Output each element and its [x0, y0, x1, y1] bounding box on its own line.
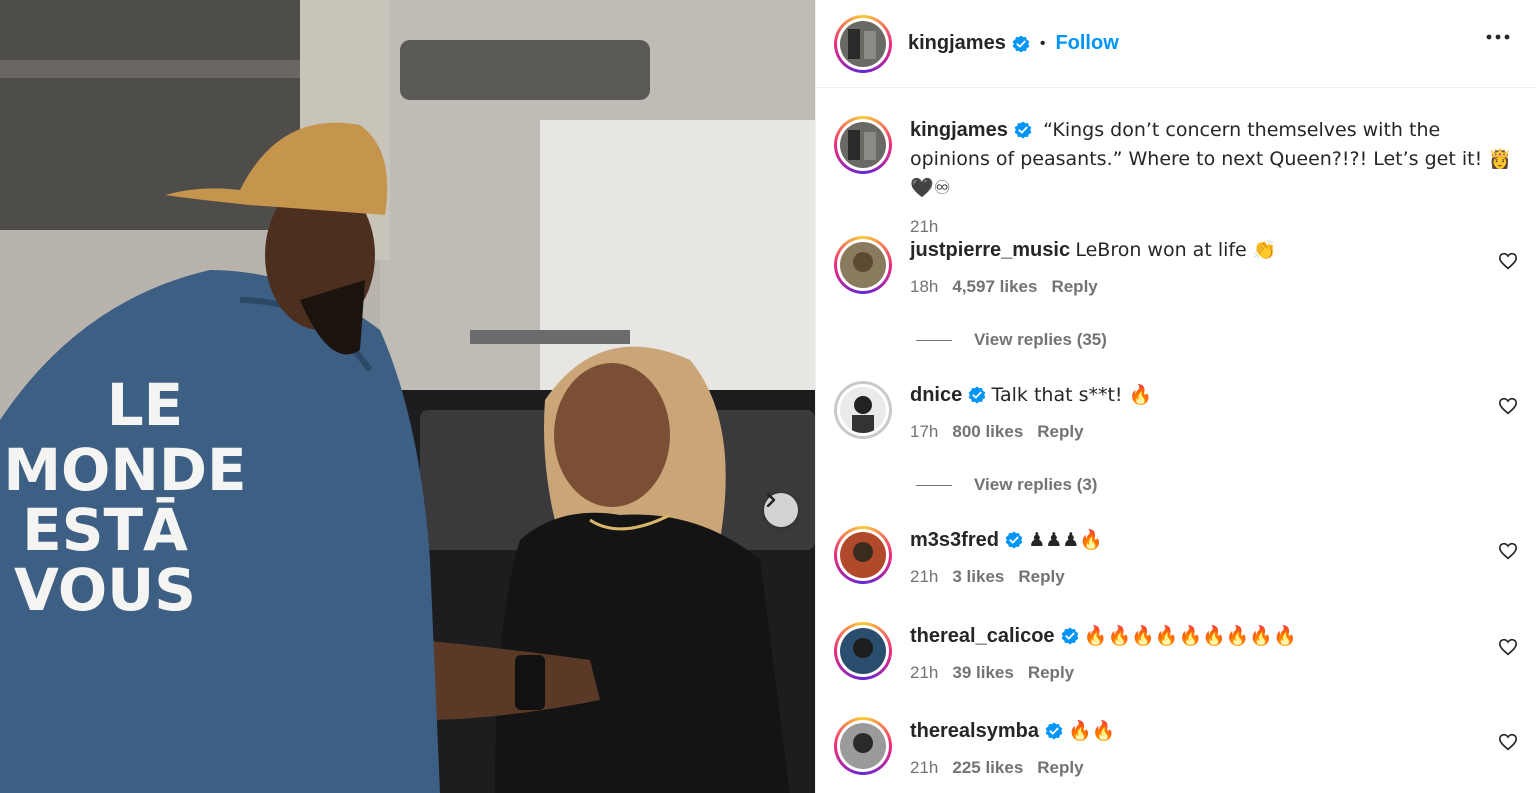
- author-avatar[interactable]: [834, 14, 892, 73]
- verified-badge-icon: [1045, 722, 1063, 740]
- verified-badge-icon: [1014, 121, 1032, 139]
- reply-button[interactable]: Reply: [1051, 277, 1097, 296]
- next-photo-button[interactable]: [764, 493, 798, 527]
- view-replies-button[interactable]: View replies (35): [916, 330, 1107, 350]
- heart-outline-icon[interactable]: [1498, 252, 1518, 270]
- divider: [916, 484, 952, 486]
- comment-timestamp: 17h: [910, 422, 939, 441]
- more-options-icon[interactable]: [1486, 34, 1510, 40]
- comment-timestamp: 21h: [910, 663, 939, 682]
- shirt-text-line: ESTĀ: [22, 496, 188, 564]
- commenter-username[interactable]: justpierre_music: [910, 239, 1070, 261]
- comment-item: justpierre_music LeBron won at life 👏 18…: [834, 236, 1534, 297]
- commenter-username[interactable]: dnice: [910, 384, 962, 406]
- reply-button[interactable]: Reply: [1037, 758, 1083, 777]
- commenter-avatar[interactable]: [834, 717, 892, 775]
- shirt-text-line: VOUS: [14, 556, 196, 624]
- divider: [916, 339, 952, 341]
- photo-illustration: LE MONDE ESTĀ VOUS: [0, 0, 815, 793]
- comment-likes[interactable]: 800 likes: [952, 422, 1023, 441]
- comment-item: dnice Talk that s**t! 🔥 17h 800 likes Repl…: [834, 381, 1534, 442]
- caption-username[interactable]: kingjames: [910, 119, 1008, 141]
- verified-badge-icon: [1005, 531, 1023, 549]
- comment-text: ♟♟♟🔥: [1028, 529, 1103, 551]
- comment-item: therealsymba 🔥🔥 21h 225 likes Reply: [834, 717, 1534, 778]
- reply-button[interactable]: Reply: [1037, 422, 1083, 441]
- commenter-avatar[interactable]: [834, 381, 892, 439]
- view-replies-button[interactable]: View replies (3): [916, 475, 1097, 495]
- caption-avatar[interactable]: [834, 116, 892, 174]
- comment-item: m3s3fred ♟♟♟🔥 21h 3 likes Reply: [834, 526, 1534, 587]
- post-view: LE MONDE ESTĀ VOUS kingjames • Follow ki…: [0, 0, 1536, 793]
- shirt-text-line: LE: [107, 371, 184, 439]
- view-replies-label: View replies (35): [974, 330, 1107, 349]
- commenter-avatar[interactable]: [834, 526, 892, 584]
- post-caption: kingjames “Kings don’t concern themselve…: [834, 116, 1524, 241]
- post-side-panel: kingjames • Follow kingjames “Kings don’…: [815, 0, 1536, 793]
- shirt-text-line: MONDE: [3, 436, 246, 504]
- verified-badge-icon: [968, 386, 986, 404]
- comment-text: 🔥🔥: [1068, 720, 1116, 742]
- comment-timestamp: 18h: [910, 277, 939, 296]
- comment-timestamp: 21h: [910, 758, 939, 777]
- verified-badge-icon: [1061, 627, 1078, 645]
- reply-button[interactable]: Reply: [1028, 663, 1074, 682]
- commenter-username[interactable]: thereal_calicoe: [910, 625, 1055, 647]
- comment-timestamp: 21h: [910, 567, 939, 586]
- heart-outline-icon[interactable]: [1498, 542, 1518, 560]
- comment-likes[interactable]: 4,597 likes: [952, 277, 1037, 296]
- comment-item: thereal_calicoe 🔥🔥🔥🔥🔥🔥🔥🔥🔥 21h 39 likes Rep…: [834, 622, 1534, 683]
- heart-outline-icon[interactable]: [1498, 638, 1518, 656]
- heart-outline-icon[interactable]: [1498, 733, 1518, 751]
- comment-text: 🔥🔥🔥🔥🔥🔥🔥🔥🔥: [1083, 625, 1297, 647]
- commenter-username[interactable]: m3s3fred: [910, 529, 999, 551]
- follow-button[interactable]: Follow: [1055, 32, 1118, 55]
- comment-text: LeBron won at life 👏: [1075, 239, 1277, 261]
- author-username[interactable]: kingjames: [908, 32, 1006, 55]
- chevron-right-icon: [766, 493, 776, 507]
- view-replies-label: View replies (3): [974, 475, 1098, 494]
- heart-outline-icon[interactable]: [1498, 397, 1518, 415]
- comment-likes[interactable]: 39 likes: [952, 663, 1013, 682]
- commenter-username[interactable]: therealsymba: [910, 720, 1039, 742]
- separator-dot: •: [1039, 34, 1046, 52]
- commenter-avatar[interactable]: [834, 622, 892, 680]
- post-photo[interactable]: LE MONDE ESTĀ VOUS: [0, 0, 815, 793]
- commenter-avatar[interactable]: [834, 236, 892, 294]
- verified-badge-icon: [1012, 35, 1030, 52]
- reply-button[interactable]: Reply: [1018, 567, 1064, 586]
- comment-text: Talk that s**t! 🔥: [991, 384, 1153, 406]
- comment-likes[interactable]: 225 likes: [952, 758, 1023, 777]
- post-header: kingjames • Follow: [816, 0, 1536, 88]
- comment-likes[interactable]: 3 likes: [952, 567, 1004, 586]
